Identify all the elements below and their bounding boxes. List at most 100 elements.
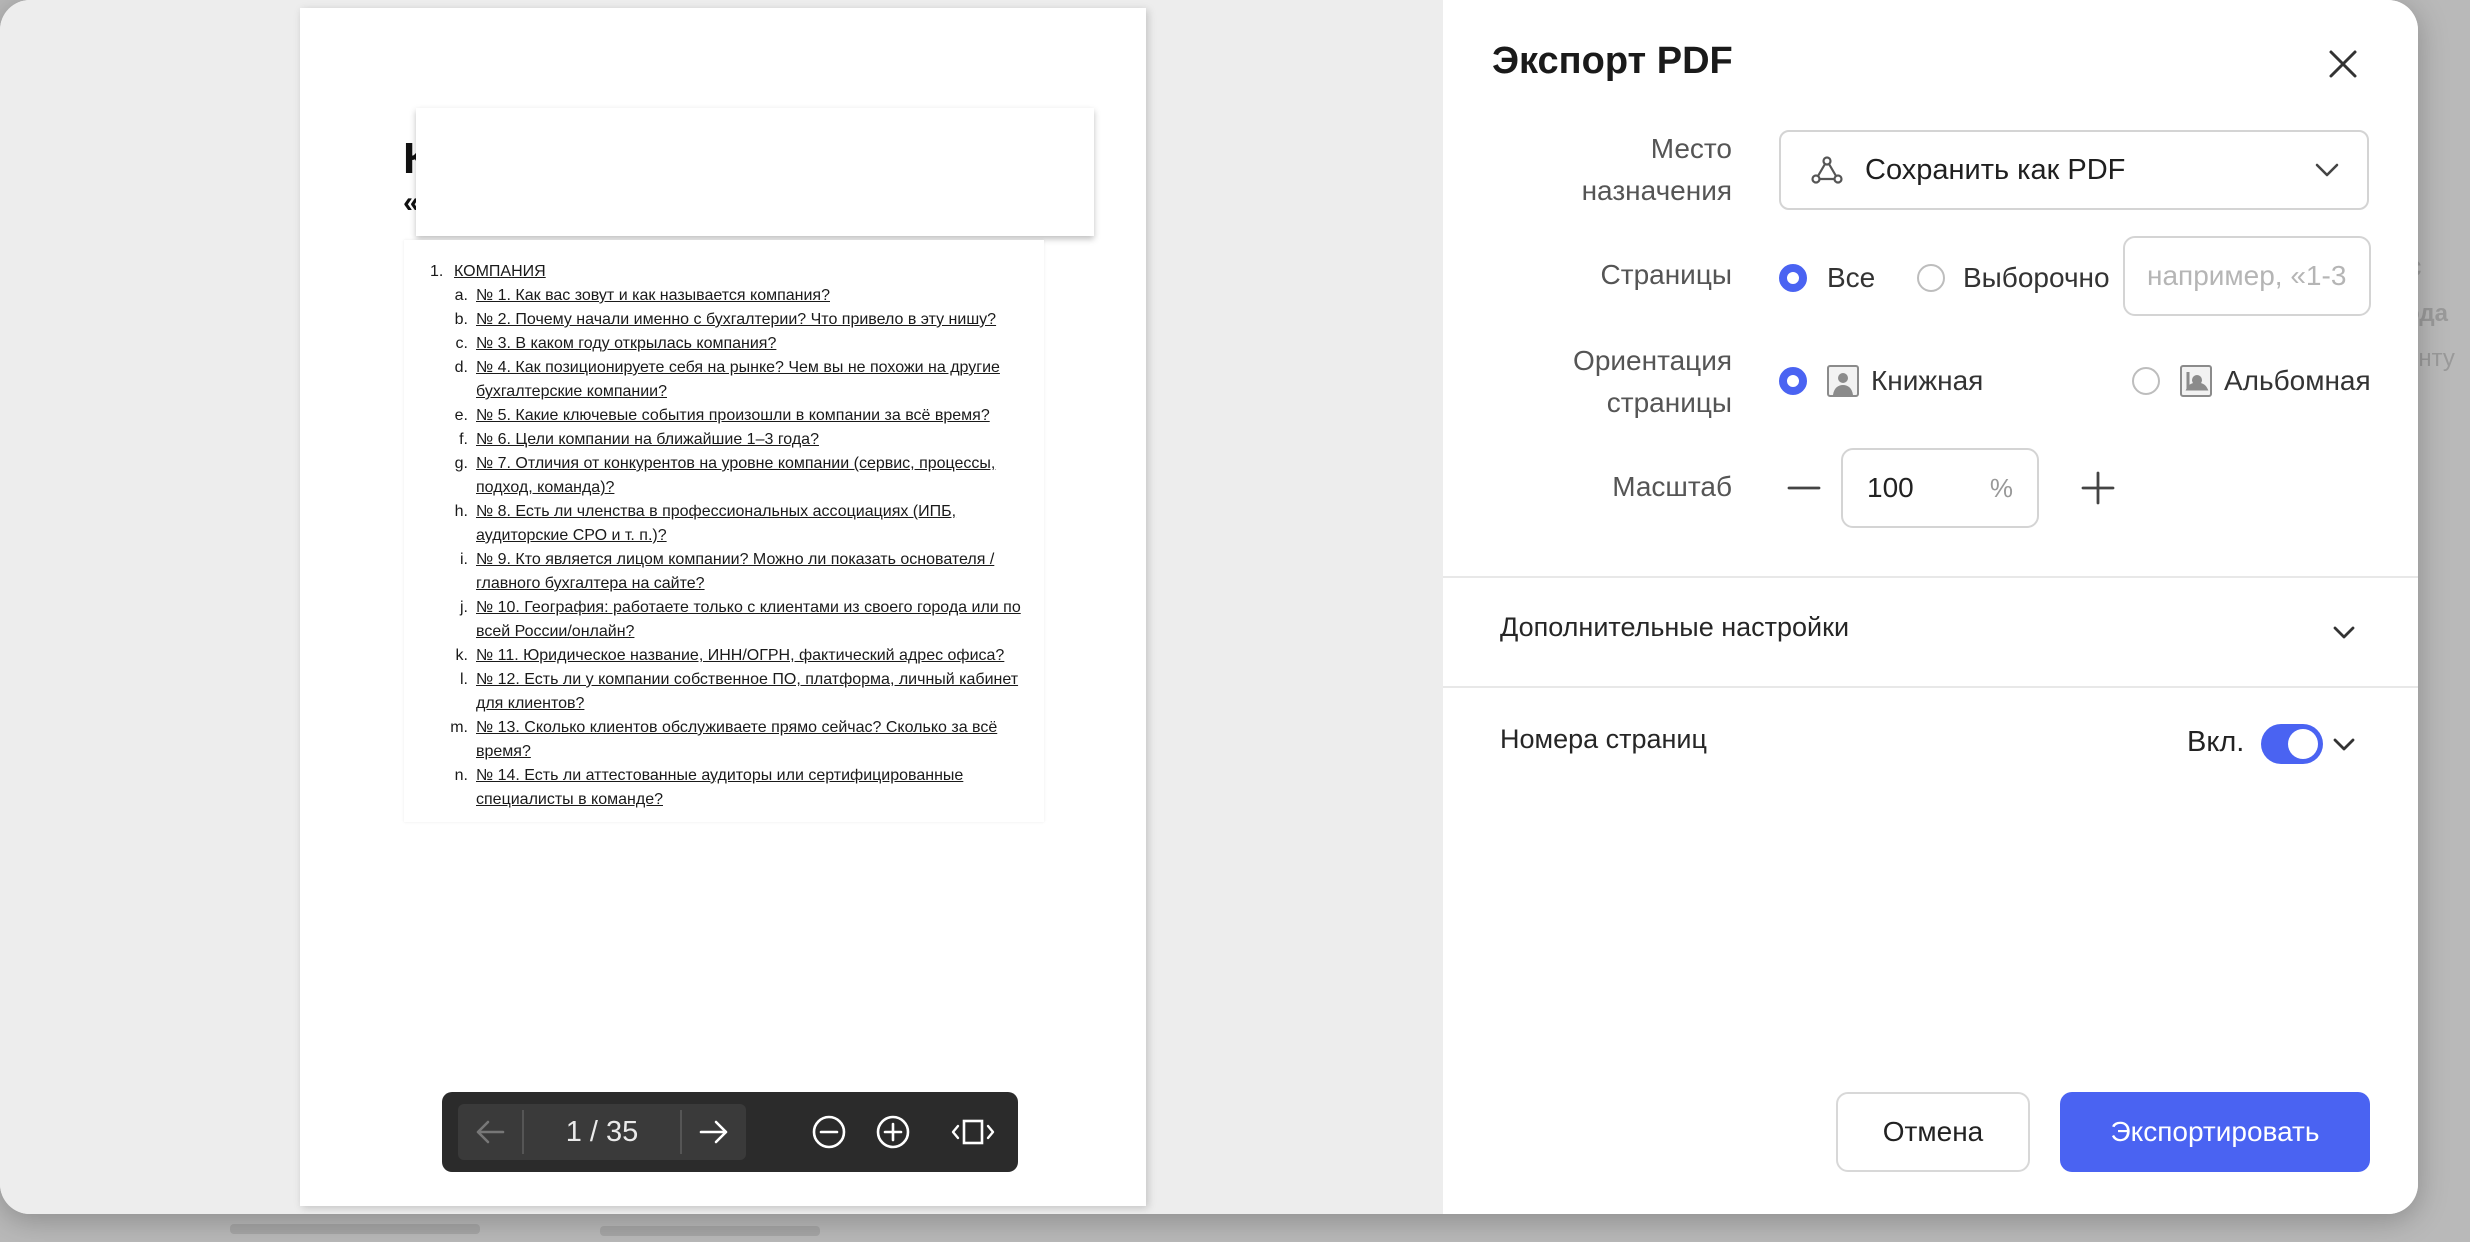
radio-indicator	[1917, 264, 1945, 292]
toc-item-letter: m.	[450, 719, 468, 736]
toc-item-link[interactable]: № 9. Кто является лицом компании? Можно …	[476, 548, 1024, 596]
background-line	[230, 1224, 480, 1234]
toc-item-link[interactable]: № 6. Цели компании на ближайшие 1–3 года…	[476, 428, 1024, 452]
destination-select[interactable]: Сохранить как PDF	[1779, 130, 2369, 210]
toc-item-letter: c.	[455, 335, 468, 352]
orientation-portrait-radio[interactable]: Книжная	[1779, 365, 1983, 397]
toc-item[interactable]: c. № 3. В каком году открылась компания?	[430, 332, 1024, 356]
toc-item[interactable]: j. № 10. География: работаете только с кл…	[430, 596, 1024, 644]
toc-item-link[interactable]: № 8. Есть ли членства в профессиональных…	[476, 500, 1024, 548]
fit-width-icon	[951, 1119, 995, 1145]
toc-item[interactable]: d. № 4. Как позиционируете себя на рынке?…	[430, 356, 1024, 404]
scale-increase-button[interactable]	[2073, 463, 2123, 513]
toc-item[interactable]: m. № 13. Сколько клиентов обслуживаете пр…	[430, 716, 1024, 764]
toc-item-letter: k.	[455, 647, 468, 664]
radio-indicator	[1779, 264, 1807, 292]
toggle-knob	[2288, 729, 2318, 759]
export-button[interactable]: Экспортировать	[2060, 1092, 2370, 1172]
plus-icon	[2081, 471, 2115, 505]
toc-items: a. № 1. Как вас зовут и как называется ко…	[430, 284, 1024, 812]
destination-label: Место назначения	[1582, 128, 1732, 212]
preview-pager: 1 / 35	[442, 1092, 1018, 1172]
minus-icon	[1787, 486, 1821, 490]
toc-item-letter: g.	[454, 455, 468, 472]
toc-item[interactable]: f. № 6. Цели компании на ближайшие 1–3 го…	[430, 428, 1024, 452]
toc-item[interactable]: g. № 7. Отличия от конкурентов на уровне …	[430, 452, 1024, 500]
toc-section-number: 1.	[430, 263, 444, 280]
orientation-landscape-label: Альбомная	[2224, 365, 2371, 396]
pages-custom-radio[interactable]: Выборочно	[1917, 262, 2110, 294]
pdf-acrobat-icon	[1811, 156, 1843, 184]
destination-value: Сохранить как PDF	[1865, 153, 2126, 186]
arrow-left-icon	[476, 1120, 505, 1144]
pdf-preview-area[interactable]: К « 1. КОМПАНИЯ a.№ 1. Как вас зовут и к…	[0, 0, 1443, 1214]
close-button[interactable]	[2325, 46, 2361, 82]
page-numbers-header: Номера страниц	[1500, 724, 1707, 754]
orientation-label-line1: Ориентация	[1573, 345, 1732, 376]
arrow-right-icon	[699, 1120, 728, 1144]
toc-item-link[interactable]: № 3. В каком году открылась компания?	[476, 332, 1024, 356]
page-range-input[interactable]: например, «1-3	[2123, 236, 2371, 316]
zoom-out-button[interactable]	[806, 1109, 852, 1155]
page-numbers-toggle[interactable]	[2261, 724, 2323, 764]
export-pdf-dialog: К « 1. КОМПАНИЯ a.№ 1. Как вас зовут и к…	[0, 0, 2418, 1214]
scale-label: Масштаб	[1612, 471, 1732, 502]
toc-item-link[interactable]: № 2. Почему начали именно с бухгалтерии?…	[476, 308, 1024, 332]
toc-item-letter: e.	[454, 407, 468, 424]
pages-all-radio[interactable]: Все	[1779, 262, 1875, 294]
scale-value: 100	[1867, 472, 1914, 503]
toc-item-link[interactable]: № 13. Сколько клиентов обслуживаете прям…	[476, 716, 1024, 764]
toc-section-title[interactable]: КОМПАНИЯ	[454, 260, 546, 284]
page-counter: 1 / 35	[565, 1115, 639, 1148]
destination-label-line2: назначения	[1581, 175, 1732, 206]
toc-item-link[interactable]: № 10. География: работаете только с клие…	[476, 596, 1024, 644]
toc-item-letter: i.	[460, 551, 468, 568]
toc-item-link[interactable]: № 7. Отличия от конкурентов на уровне ко…	[476, 452, 1024, 500]
orientation-portrait-label: Книжная	[1871, 365, 1984, 396]
toc-item-letter: h.	[454, 503, 468, 520]
toc-item-link[interactable]: № 11. Юридическое название, ИНН/ОГРН, фа…	[476, 644, 1024, 668]
portrait-icon	[1827, 365, 1859, 397]
toc-item-letter: a.	[454, 287, 468, 304]
toc-item-link[interactable]: № 12. Есть ли у компании собственное ПО,…	[476, 668, 1024, 716]
toc-item-letter: j.	[460, 599, 468, 616]
page-numbers-state: Вкл.	[2187, 726, 2245, 758]
toc-item[interactable]: b. № 2. Почему начали именно с бухгалтери…	[430, 308, 1024, 332]
cancel-button[interactable]: Отмена	[1836, 1092, 2030, 1172]
prev-page-button[interactable]	[458, 1104, 522, 1160]
orientation-label-line2: страницы	[1606, 387, 1732, 418]
advanced-settings-header[interactable]: Дополнительные настройки	[1500, 612, 1849, 643]
toc-item[interactable]: h. № 8. Есть ли членства в профессиональн…	[430, 500, 1024, 548]
pager-navigation: 1 / 35	[458, 1104, 746, 1160]
next-page-button[interactable]	[682, 1104, 746, 1160]
background-line	[600, 1226, 820, 1236]
radio-indicator	[2132, 367, 2160, 395]
toc-item[interactable]: i. № 9. Кто является лицом компании? Можн…	[430, 548, 1024, 596]
chevron-down-icon	[2333, 738, 2355, 751]
advanced-settings-expand[interactable]	[2329, 618, 2359, 648]
toc-item[interactable]: a. № 1. Как вас зовут и как называется ко…	[430, 284, 1024, 308]
close-icon	[2329, 50, 2357, 78]
toc-item[interactable]: l. № 12. Есть ли у компании собственное П…	[430, 668, 1024, 716]
chevron-down-icon	[2315, 163, 2339, 177]
toc-item-link[interactable]: № 5. Какие ключевые события произошли в …	[476, 404, 1024, 428]
fit-page-button[interactable]	[950, 1109, 996, 1155]
toc-item[interactable]: k. № 11. Юридическое название, ИНН/ОГРН, …	[430, 644, 1024, 668]
destination-label-line1: Место	[1650, 133, 1732, 164]
toc-item[interactable]: e. № 5. Какие ключевые события произошли …	[430, 404, 1024, 428]
toc-item-link[interactable]: № 4. Как позиционируете себя на рынке? Ч…	[476, 356, 1024, 404]
toc-item-letter: l.	[460, 671, 468, 688]
toc-item-letter: f.	[459, 431, 468, 448]
pages-custom-label: Выборочно	[1963, 262, 2110, 293]
toc-item-link[interactable]: № 1. Как вас зовут и как называется комп…	[476, 284, 1024, 308]
toc-item[interactable]: n. № 14. Есть ли аттестованные аудиторы и…	[430, 764, 1024, 812]
preview-page: К « 1. КОМПАНИЯ a.№ 1. Как вас зовут и к…	[300, 8, 1146, 1206]
table-of-contents: 1. КОМПАНИЯ a. № 1. Как вас зовут и как н…	[404, 240, 1044, 822]
section-divider	[1443, 686, 2418, 688]
scale-input[interactable]: 100 %	[1841, 448, 2039, 528]
zoom-in-button[interactable]	[870, 1109, 916, 1155]
scale-decrease-button[interactable]	[1779, 463, 1829, 513]
toc-item-link[interactable]: № 14. Есть ли аттестованные аудиторы или…	[476, 764, 1024, 812]
page-numbers-expand[interactable]	[2329, 730, 2359, 760]
orientation-landscape-radio[interactable]: Альбомная	[2132, 365, 2371, 397]
